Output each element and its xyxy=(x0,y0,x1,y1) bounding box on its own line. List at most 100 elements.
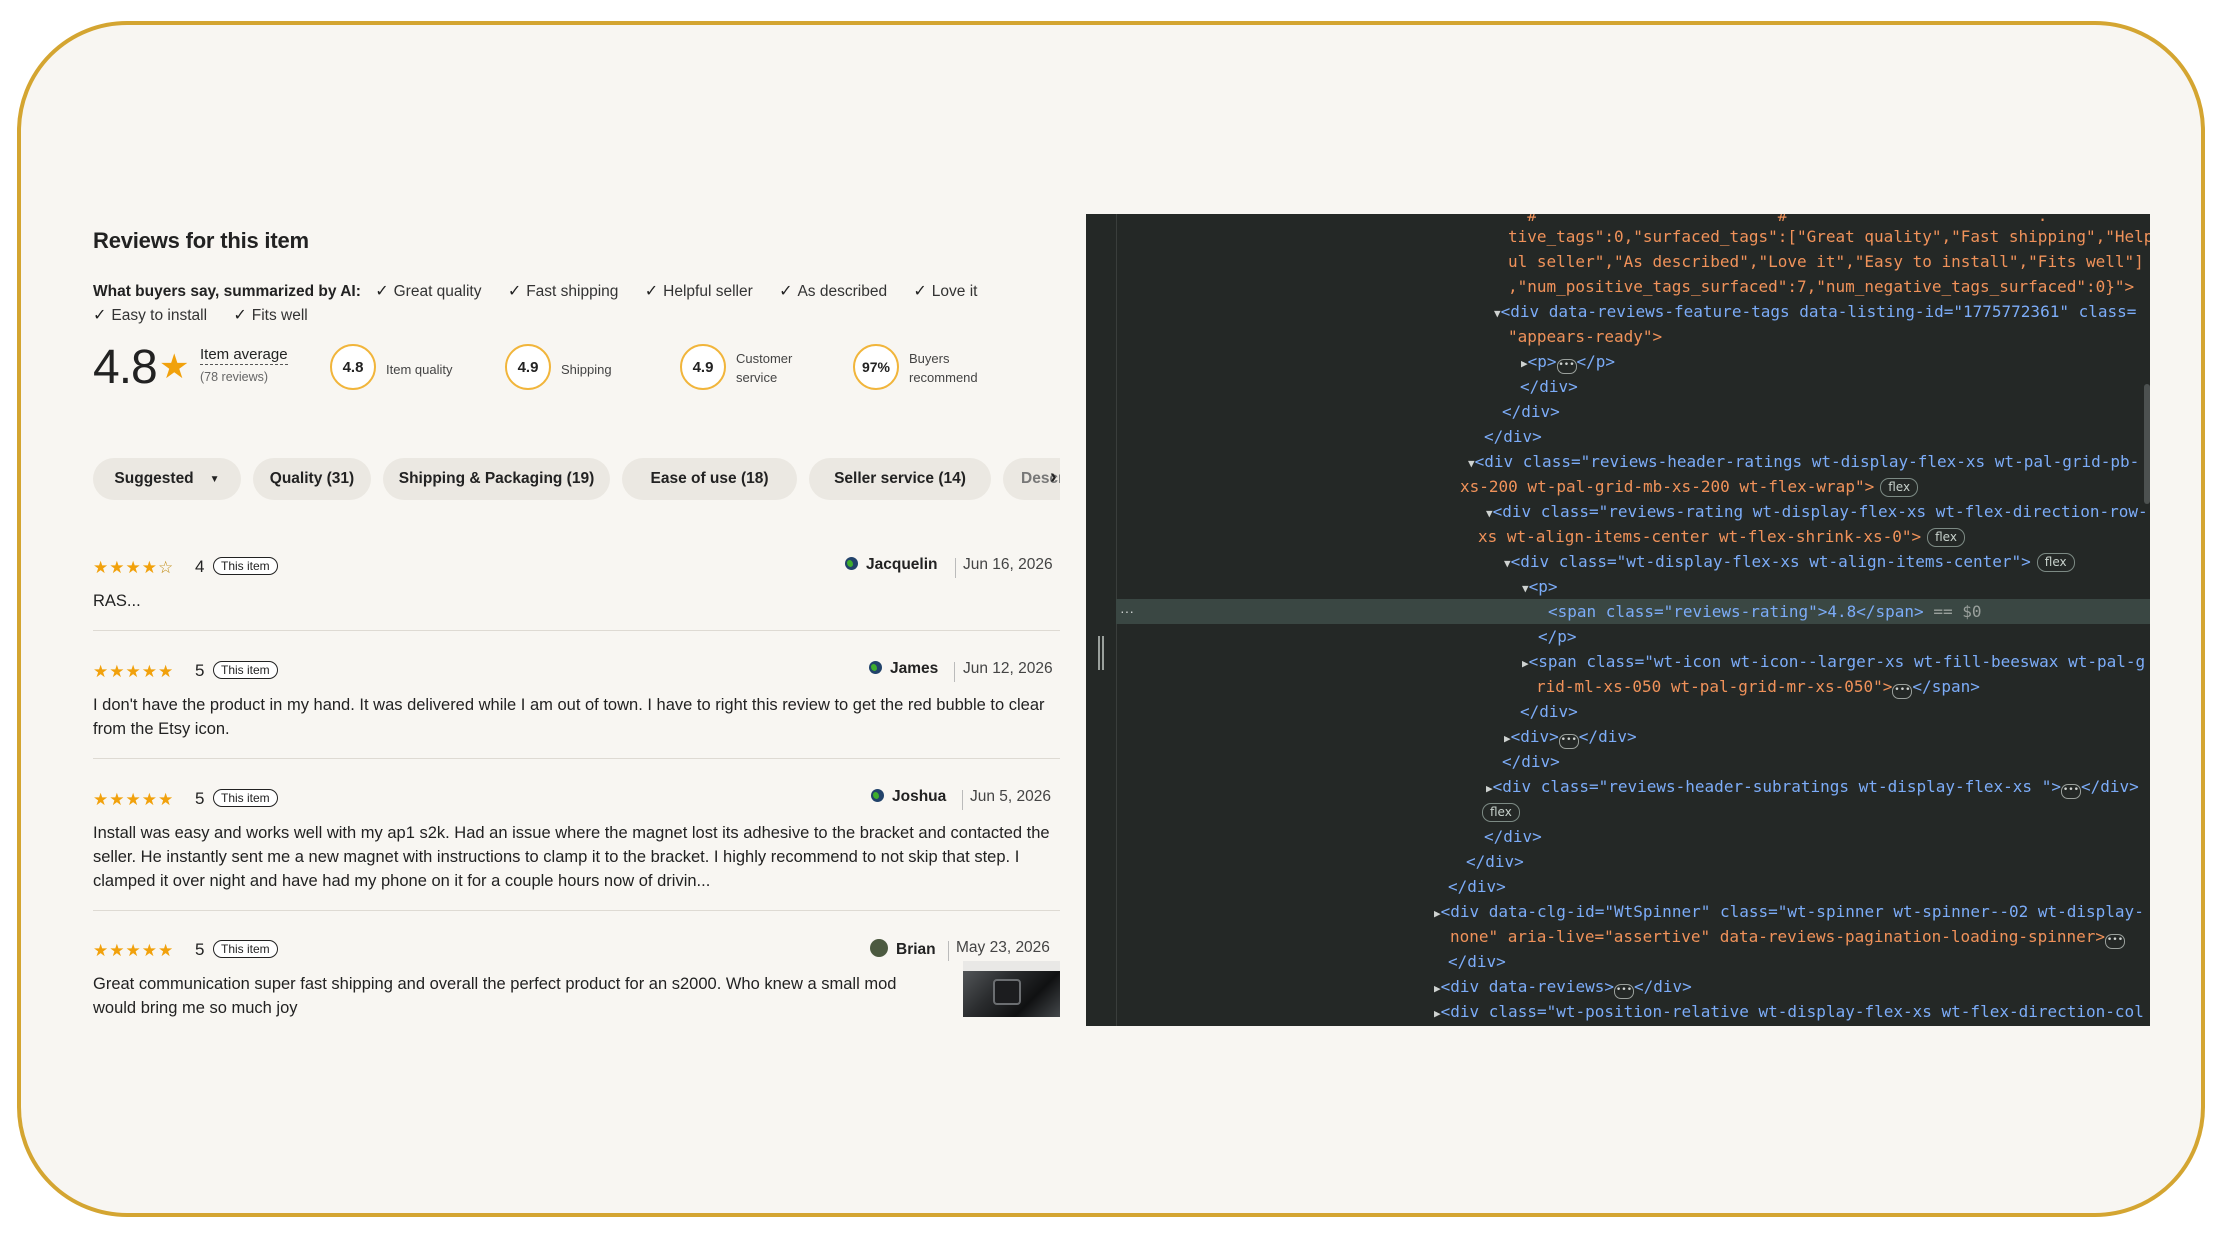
dom-line[interactable]: </div> xyxy=(1116,824,2150,849)
expand-triangle-icon[interactable]: ▼ xyxy=(1494,307,1501,320)
filter-chip[interactable]: Quality (31) xyxy=(253,458,371,500)
dom-line[interactable]: none" aria-live="assertive" data-reviews… xyxy=(1116,924,2150,949)
this-item-badge: This item xyxy=(213,557,278,575)
sort-dropdown[interactable]: Suggested ▼ xyxy=(93,458,241,500)
dom-line[interactable]: ▶<div data-clg-id="WtSpinner" class="wt-… xyxy=(1116,899,2150,924)
subrating-label: recommend xyxy=(909,370,978,385)
collapse-triangle-icon[interactable]: ▶ xyxy=(1434,907,1441,920)
expand-triangle-icon[interactable]: ▼ xyxy=(1486,507,1493,520)
collapse-triangle-icon[interactable]: ▶ xyxy=(1522,657,1529,670)
expand-triangle-icon[interactable]: ▼ xyxy=(1468,457,1475,470)
dom-line[interactable]: ▼<div class="wt-display-flex-xs wt-align… xyxy=(1116,549,2150,574)
dom-line[interactable]: xs-200 wt-pal-grid-mb-xs-200 wt-flex-wra… xyxy=(1116,474,2150,499)
reviews-title: Reviews for this item xyxy=(93,228,309,253)
dom-line[interactable]: </div> xyxy=(1116,424,2150,449)
devtools-elements-panel: " # ' "# " " ' "" ". " ' tive_tags":0,"s… xyxy=(1086,214,2150,1026)
ellipsis-icon[interactable]: ••• xyxy=(2060,784,2081,799)
star-rating: ★★★★★ xyxy=(93,941,175,960)
ellipsis-icon[interactable]: ••• xyxy=(1614,984,1635,999)
review-text: Install was easy and works well with my … xyxy=(93,824,1050,890)
check-icon: ✓ xyxy=(93,307,107,324)
dom-line[interactable]: ▼<p> xyxy=(1116,574,2150,599)
dom-line[interactable]: ▶<div class="reviews-header-subratings w… xyxy=(1116,774,2150,799)
dom-line[interactable]: </p> xyxy=(1116,624,2150,649)
dom-line[interactable]: </div> xyxy=(1116,374,2150,399)
rating-number: 5 xyxy=(195,789,205,808)
review-date: Jun 16, 2026 xyxy=(963,556,1053,573)
subrating-label: Shipping xyxy=(561,362,612,377)
collapse-triangle-icon[interactable]: ▶ xyxy=(1521,357,1528,370)
subrating-label: Customer xyxy=(736,351,793,366)
check-icon: ✓ xyxy=(644,283,659,300)
resize-handle[interactable] xyxy=(1098,636,1104,670)
reviewer-name[interactable]: Brian xyxy=(870,939,936,959)
reviewer-name[interactable]: James xyxy=(869,660,938,678)
star-rating: ★★★★★ xyxy=(93,662,175,681)
collapse-triangle-icon[interactable]: ▶ xyxy=(1434,1007,1441,1020)
review-date: Jun 5, 2026 xyxy=(970,788,1052,805)
check-icon: ✓ xyxy=(507,283,522,300)
dom-line[interactable]: ▶<span class="wt-icon wt-icon--larger-xs… xyxy=(1116,649,2150,674)
dom-line[interactable]: ▼<div class="reviews-header-ratings wt-d… xyxy=(1116,449,2150,474)
reviewer-name[interactable]: Jacquelin xyxy=(845,556,938,574)
avatar xyxy=(870,939,888,957)
expand-triangle-icon[interactable]: ▼ xyxy=(1504,557,1511,570)
review-item: ★★★★★ 5 This item Joshua Jun 5, 2026 Ins… xyxy=(93,788,1060,900)
dom-line[interactable]: flex xyxy=(1116,799,2150,824)
ai-summary-lead: What buyers say, summarized by AI: xyxy=(93,283,361,300)
filter-chip[interactable]: Shipping & Packaging (19) xyxy=(383,458,610,500)
this-item-badge: This item xyxy=(213,789,278,807)
star-rating: ★★★★★ xyxy=(93,790,175,809)
dom-line[interactable]: ,"num_positive_tags_surfaced":7,"num_neg… xyxy=(1116,274,2150,299)
dom-line[interactable]: </div> xyxy=(1116,749,2150,774)
dom-tree: " # ' "# " " ' "" ". " ' tive_tags":0,"s… xyxy=(1116,214,2150,1026)
ellipsis-icon[interactable]: ••• xyxy=(1892,684,1913,699)
flex-badge[interactable]: flex xyxy=(1482,803,1520,822)
flex-badge[interactable]: flex xyxy=(1927,528,1965,547)
review-item: ★★★★☆ 4 This item Jacquelin Jun 16, 2026… xyxy=(93,556,1060,638)
dom-line[interactable]: xs wt-align-items-center wt-flex-shrink-… xyxy=(1116,524,2150,549)
dom-line[interactable]: ▼<div data-reviews-feature-tags data-lis… xyxy=(1116,299,2150,324)
subrating-circle: 4.9 xyxy=(505,344,551,390)
dom-line[interactable]: "appears-ready"> xyxy=(1116,324,2150,349)
reviewer-name[interactable]: Joshua xyxy=(871,788,946,806)
collapse-triangle-icon[interactable]: ▶ xyxy=(1504,732,1511,745)
flex-badge[interactable]: flex xyxy=(2036,553,2075,572)
dom-line[interactable]: ▶<div data-reviews> ••• </div> xyxy=(1116,974,2150,999)
ai-tag: ✓ Great quality xyxy=(375,283,482,300)
collapse-triangle-icon[interactable]: ▶ xyxy=(1486,782,1493,795)
review-text: Great communication super fast shipping … xyxy=(93,975,897,1017)
dom-line[interactable]: </div> xyxy=(1116,699,2150,724)
dom-line[interactable]: ▶<div> ••• </div> xyxy=(1116,724,2150,749)
ellipsis-icon[interactable]: ••• xyxy=(2105,934,2126,949)
dom-line[interactable]: ▶<div class="wt-position-relative wt-dis… xyxy=(1116,999,2150,1024)
flex-badge[interactable]: flex xyxy=(1880,478,1919,497)
filter-chip[interactable]: Ease of use (18) xyxy=(622,458,797,500)
expand-triangle-icon[interactable]: ▼ xyxy=(1522,582,1529,595)
ellipsis-icon[interactable]: ••• xyxy=(1556,359,1577,374)
dom-line[interactable]: ▶<p> ••• </p> xyxy=(1116,349,2150,374)
chevron-right-icon[interactable]: › xyxy=(1050,466,1057,489)
dom-line[interactable]: </div> xyxy=(1116,949,2150,974)
dom-line[interactable]: ▼<div class="reviews-rating wt-display-f… xyxy=(1116,499,2150,524)
dom-line[interactable]: rid-ml-xs-050 wt-pal-grid-mr-xs-050"> •••… xyxy=(1116,674,2150,699)
dom-line[interactable]: tive_tags":0,"surfaced_tags":["Great qua… xyxy=(1116,224,2150,249)
ai-tag: ✓ Fits well xyxy=(233,307,308,324)
check-icon: ✓ xyxy=(375,283,389,300)
item-average-link[interactable]: Item average xyxy=(200,346,288,365)
caret-down-icon: ▼ xyxy=(209,473,220,485)
ellipsis-icon[interactable]: ••• xyxy=(1558,734,1579,749)
divider xyxy=(962,790,963,810)
subrating-circle: 4.8 xyxy=(330,344,376,390)
filter-chip[interactable]: Seller service (14) xyxy=(809,458,991,500)
review-date: Jun 12, 2026 xyxy=(963,660,1053,677)
dom-line[interactable]: ul seller","As described","Love it","Eas… xyxy=(1116,249,2150,274)
dom-line[interactable]: </div> xyxy=(1116,849,2150,874)
more-options-icon[interactable]: ··· xyxy=(1120,599,1134,624)
dom-line[interactable]: </div> xyxy=(1116,874,2150,899)
dom-line[interactable]: </div> xyxy=(1116,399,2150,424)
collapse-triangle-icon[interactable]: ▶ xyxy=(1434,982,1441,995)
dom-line-selected[interactable]: <span class="reviews-rating">4.8</span> … xyxy=(1116,599,2150,624)
ai-tag: ✓ As described xyxy=(779,283,888,300)
review-photo-thumbnail[interactable] xyxy=(963,961,1060,1017)
